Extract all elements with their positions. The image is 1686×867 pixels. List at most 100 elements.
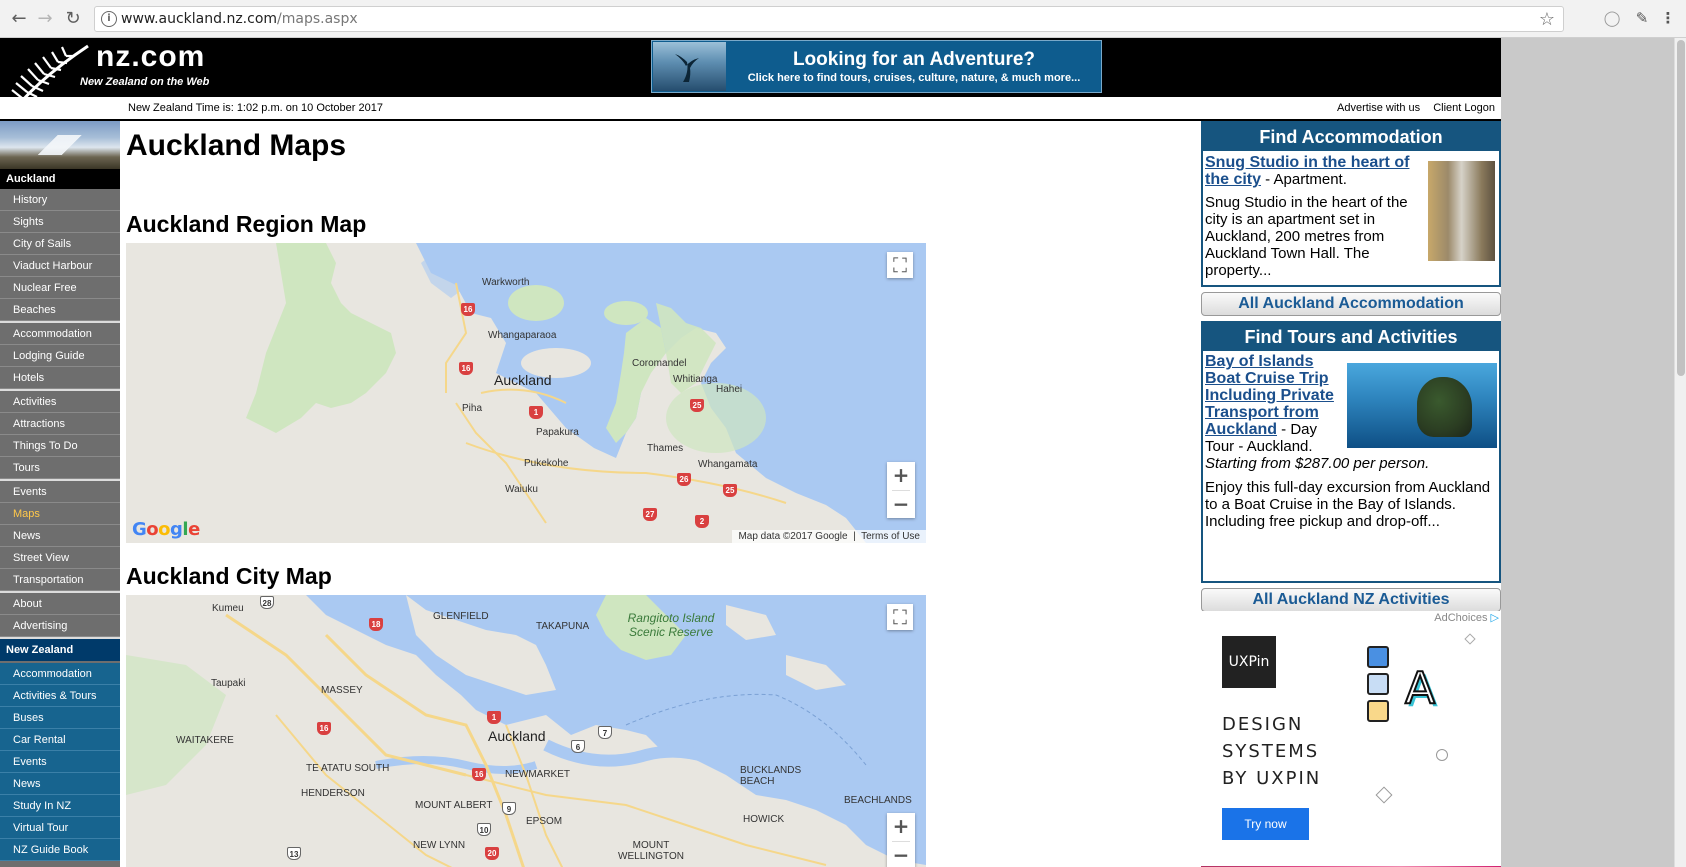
site-tagline: New Zealand on the Web [80,76,210,88]
terms-link[interactable]: Terms of Use [861,531,920,542]
adventure-banner[interactable]: Looking for an Adventure? Click here to … [651,40,1102,93]
time-bar: New Zealand Time is: 1:02 p.m. on 10 Oct… [0,97,1501,121]
road-shield: 13 [287,847,301,860]
fullscreen-icon[interactable]: ⛶ [887,604,913,630]
address-bar[interactable]: i www.auckland.nz.com/maps.aspx ☆ [94,6,1564,32]
sidebar-item-street-view[interactable]: Street View [0,547,120,569]
whale-tail-image[interactable] [653,42,726,91]
sidebar-item-things-to-do[interactable]: Things To Do [0,435,120,457]
sidebar-nz-item-accommodation[interactable]: Accommodation [0,663,120,685]
zoom-in-button[interactable]: + [887,813,915,841]
google-logo[interactable]: Google [132,519,200,540]
accommodation-photo[interactable] [1428,161,1495,261]
sidebar-item-beaches[interactable]: Beaches [0,299,120,321]
url-text[interactable]: www.auckland.nz.com/maps.aspx [121,11,358,27]
sidebar-item-activities[interactable]: Activities [0,391,120,413]
sidebar-item-history[interactable]: History [0,189,120,211]
client-logon-link[interactable]: Client Logon [1433,102,1495,114]
scrollbar-thumb[interactable] [1677,40,1685,376]
page-scrollbar[interactable] [1674,38,1686,867]
zoom-control: + − [887,462,915,518]
tours-box: Find Tours and Activities Bay of Islands… [1201,321,1501,583]
sidebar-item-tours[interactable]: Tours [0,457,120,479]
road-shield: 6 [571,740,585,753]
map-label: Coromandel [632,358,687,369]
tour-listing: Bay of Islands Boat Cruise Trip Includin… [1205,353,1345,455]
site-logo-text[interactable]: nz.com [96,40,205,74]
sidebar-section-new-zealand[interactable]: New Zealand [0,639,120,661]
map-label: Warkworth [482,277,530,288]
sidebar-item-maps[interactable]: Maps [0,503,120,525]
eyedropper-icon[interactable]: ✎ [1632,9,1652,29]
uxpin-ad[interactable]: AdChoices ▷ UXPin DESIGN SYSTEMS BY UXPI… [1201,611,1501,867]
map-label: Thames [647,443,684,454]
sidebar-item-attractions[interactable]: Attractions [0,413,120,435]
sidebar-item-viaduct-harbour[interactable]: Viaduct Harbour [0,255,120,277]
zoom-out-button[interactable]: − [887,491,915,519]
forward-icon[interactable]: → [34,8,56,30]
adchoices-icon[interactable]: ▷ [1491,612,1499,624]
zoom-in-button[interactable]: + [887,462,915,490]
bookmark-star-icon[interactable]: ☆ [1539,9,1555,30]
top-links: Advertise with us Client Logon [1327,102,1495,114]
reload-icon[interactable]: ↻ [62,8,84,30]
sidebar-nz-item-buses[interactable]: Buses [0,707,120,729]
map-label: HOWICK [743,814,785,825]
sidebar-item-accommodation[interactable]: Accommodation [0,323,120,345]
zoom-out-button[interactable]: − [887,842,915,867]
uxpin-logo[interactable]: UXPin [1222,636,1276,688]
sidebar-item-city-of-sails[interactable]: City of Sails [0,233,120,255]
sidebar-nz-item-activities-tours[interactable]: Activities & Tours [0,685,120,707]
sidebar-nz-item-car-rental[interactable]: Car Rental [0,729,120,751]
sidebar-item-transportation[interactable]: Transportation [0,569,120,591]
extension-icon[interactable]: ◯ [1602,9,1622,29]
info-icon[interactable]: i [101,11,117,27]
map-label: Papakura [536,427,579,438]
city-map[interactable]: Kumeu GLENFIELD TAKAPUNA Rangitoto Islan… [126,595,926,867]
sidebar-nz-item-virtual-tour[interactable]: Virtual Tour [0,817,120,839]
adchoices-label[interactable]: AdChoices ▷ [1434,611,1499,624]
map-label: Whangaparaoa [488,330,557,341]
web-page: nz.com New Zealand on the Web Looking fo… [0,38,1501,867]
road-shield: 25 [723,484,737,497]
ad-try-now-button[interactable]: Try now [1222,808,1309,840]
map-attribution: Map data ©2017 Google | Terms of Use [732,530,926,543]
advertise-link[interactable]: Advertise with us [1337,102,1420,114]
map-label: Auckland [488,728,546,744]
map-label: TAKAPUNA [536,621,590,632]
road-shield: 20 [485,847,499,860]
sidebar-nz-item-study-in-nz[interactable]: Study In NZ [0,795,120,817]
sidebar-section-auckland[interactable]: Auckland [0,169,120,189]
map-label: Waiuku [505,484,538,495]
tours-heading: Find Tours and Activities [1201,323,1501,351]
sidebar-item-sights[interactable]: Sights [0,211,120,233]
mountain-photo [0,121,120,169]
all-activities-button[interactable]: All Auckland NZ Activities [1201,588,1501,612]
light-square-icon [1367,673,1389,695]
sidebar-item-news[interactable]: News [0,525,120,547]
sidebar-item-lodging-guide[interactable]: Lodging Guide [0,345,120,367]
region-map[interactable]: Warkworth Whangaparaoa Coromandel Whitia… [126,243,926,543]
road-shield: 25 [690,399,704,412]
sidebar-nz-item-nz-guide-book[interactable]: NZ Guide Book [0,839,120,861]
region-map-title: Auckland Region Map [126,211,367,237]
sidebar-nz-item-events[interactable]: Events [0,751,120,773]
all-accommodation-button[interactable]: All Auckland Accommodation [1201,292,1501,316]
map-label: Pukekohe [524,458,569,469]
sidebar-item-nuclear-free[interactable]: Nuclear Free [0,277,120,299]
sidebar-nz-item-news[interactable]: News [0,773,120,795]
accommodation-type: - Apartment. [1261,171,1347,188]
sidebar-item-about[interactable]: About [0,593,120,615]
sidebar-item-events[interactable]: Events [0,481,120,503]
road-shield: 18 [369,618,383,631]
fullscreen-icon[interactable]: ⛶ [887,252,913,278]
tour-photo[interactable] [1347,363,1497,448]
sidebar-item-advertising[interactable]: Advertising [0,615,120,637]
back-icon[interactable]: ← [8,8,30,30]
sidebar-item-hotels[interactable]: Hotels [0,367,120,389]
menu-icon[interactable]: ⋮ [1658,9,1678,29]
region-map-land [126,243,866,543]
accommodation-listing: Snug Studio in the heart of the city - A… [1205,154,1425,279]
banner-subtitle: Click here to find tours, cruises, cultu… [747,72,1081,84]
map-label: BUCKLANDS BEACH [740,765,802,787]
